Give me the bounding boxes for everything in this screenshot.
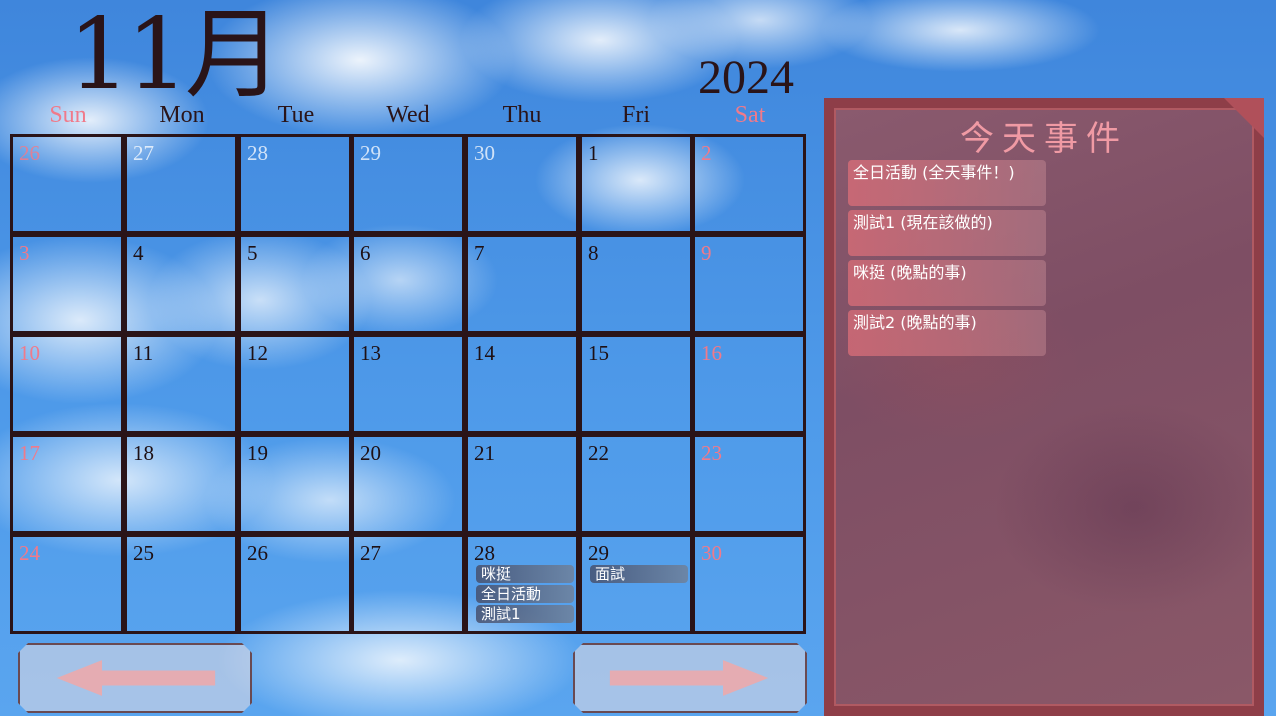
today-event-item[interactable]: 測試2 (晚點的事) (848, 310, 1046, 356)
today-event-item[interactable]: 測試1 (現在該做的) (848, 210, 1046, 256)
today-event-item[interactable]: 咪挺 (晚點的事) (848, 260, 1046, 306)
day-cell[interactable]: 4 (124, 234, 238, 334)
day-cell[interactable]: 29 面試 (579, 534, 693, 634)
day-number: 11 (133, 341, 154, 365)
arrow-left-icon (20, 645, 250, 711)
day-cell[interactable]: 17 (10, 434, 124, 534)
day-number: 2 (701, 141, 712, 165)
day-cell[interactable]: 30 (465, 134, 579, 234)
day-cell[interactable]: 2 (692, 134, 806, 234)
weekday-fri: Fri (621, 102, 650, 128)
day-cell[interactable]: 5 (238, 234, 352, 334)
day-cell[interactable]: 1 (579, 134, 693, 234)
prev-month-button[interactable] (18, 643, 252, 713)
day-number: 6 (360, 241, 371, 265)
day-cell[interactable]: 13 (351, 334, 465, 434)
day-number: 26 (19, 141, 40, 165)
day-cell[interactable]: 14 (465, 334, 579, 434)
day-cell[interactable]: 28 (238, 134, 352, 234)
day-cell[interactable]: 26 (10, 134, 124, 234)
day-number: 5 (247, 241, 258, 265)
day-number: 28 (247, 141, 268, 165)
day-number: 19 (247, 441, 268, 465)
weekday-tue: Tue (277, 102, 315, 128)
weekday-sun: Sun (49, 102, 87, 128)
day-cell[interactable]: 30 (692, 534, 806, 634)
day-cell[interactable]: 26 (238, 534, 352, 634)
next-month-button[interactable] (573, 643, 807, 713)
day-number: 25 (133, 541, 154, 565)
day-number: 1 (588, 141, 599, 165)
day-cell[interactable]: 9 (692, 234, 806, 334)
calendar-event[interactable]: 測試1 (476, 605, 574, 623)
day-cell[interactable]: 24 (10, 534, 124, 634)
day-number: 20 (360, 441, 381, 465)
day-number: 4 (133, 241, 144, 265)
day-number: 30 (474, 141, 495, 165)
day-cell[interactable]: 10 (10, 334, 124, 434)
day-number: 29 (360, 141, 381, 165)
calendar-grid: 26 27 28 29 30 1 2 3 4 5 6 7 8 9 10 11 1… (10, 134, 806, 634)
day-number: 15 (588, 341, 609, 365)
day-cell[interactable]: 18 (124, 434, 238, 534)
day-number: 14 (474, 341, 495, 365)
weekday-mon: Mon (159, 102, 205, 128)
day-number: 22 (588, 441, 609, 465)
day-number: 17 (19, 441, 40, 465)
day-cell[interactable]: 19 (238, 434, 352, 534)
day-cell[interactable]: 28 咪挺 全日活動 測試1 (465, 534, 579, 634)
day-cell[interactable]: 27 (351, 534, 465, 634)
day-cell[interactable]: 15 (579, 334, 693, 434)
arrow-right-icon (575, 645, 805, 711)
panel-title: 今天事件 (960, 119, 1128, 159)
year-title: 2024 (698, 51, 794, 104)
calendar-event[interactable]: 面試 (590, 565, 688, 583)
day-cell[interactable]: 22 (579, 434, 693, 534)
day-number: 24 (19, 541, 40, 565)
day-number: 3 (19, 241, 30, 265)
day-number: 28 (474, 541, 495, 565)
day-cell[interactable]: 7 (465, 234, 579, 334)
day-cell[interactable]: 20 (351, 434, 465, 534)
day-number: 29 (588, 541, 609, 565)
day-cell[interactable]: 6 (351, 234, 465, 334)
day-number: 27 (360, 541, 381, 565)
weekday-thu: Thu (502, 102, 542, 128)
today-event-item[interactable]: 全日活動 (全天事件！) (848, 160, 1046, 206)
day-number: 8 (588, 241, 599, 265)
day-number: 27 (133, 141, 154, 165)
day-number: 10 (19, 341, 40, 365)
calendar-event[interactable]: 咪挺 (476, 565, 574, 583)
day-number: 13 (360, 341, 381, 365)
month-title: 11月 (68, 0, 283, 112)
weekday-wed: Wed (386, 102, 430, 128)
day-cell[interactable]: 16 (692, 334, 806, 434)
day-number: 7 (474, 241, 485, 265)
day-cell[interactable]: 12 (238, 334, 352, 434)
day-number: 18 (133, 441, 154, 465)
day-number: 26 (247, 541, 268, 565)
day-number: 21 (474, 441, 495, 465)
day-cell[interactable]: 21 (465, 434, 579, 534)
calendar-event[interactable]: 全日活動 (476, 585, 574, 603)
day-number: 16 (701, 341, 722, 365)
day-number: 12 (247, 341, 268, 365)
day-cell[interactable]: 8 (579, 234, 693, 334)
day-cell[interactable]: 25 (124, 534, 238, 634)
day-cell[interactable]: 3 (10, 234, 124, 334)
day-cell[interactable]: 29 (351, 134, 465, 234)
day-number: 30 (701, 541, 722, 565)
weekday-sat: Sat (734, 102, 766, 128)
day-cell[interactable]: 11 (124, 334, 238, 434)
day-cell[interactable]: 23 (692, 434, 806, 534)
day-number: 23 (701, 441, 722, 465)
today-events-panel: 今天事件 全日活動 (全天事件！) 測試1 (現在該做的) 咪挺 (晚點的事) … (824, 98, 1264, 716)
day-cell[interactable]: 27 (124, 134, 238, 234)
day-number: 9 (701, 241, 712, 265)
